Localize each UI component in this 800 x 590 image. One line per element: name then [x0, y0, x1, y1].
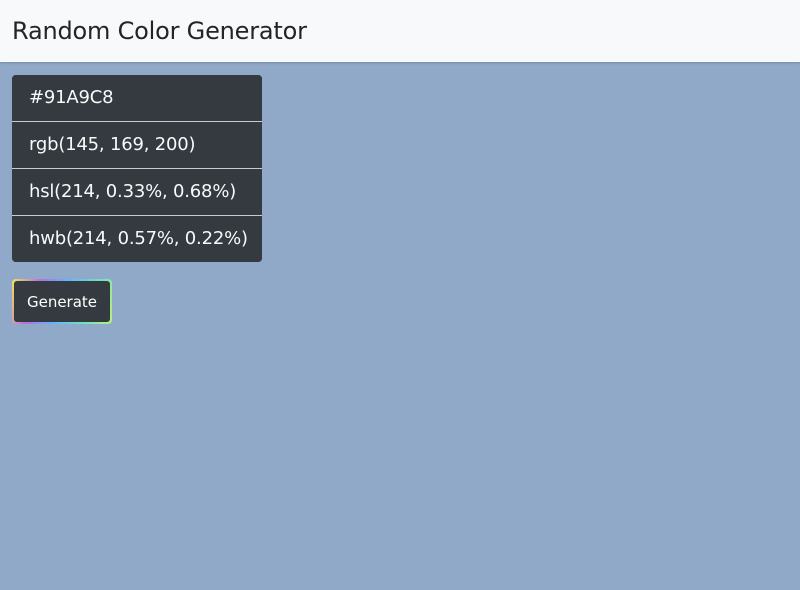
main-content: #91A9C8 rgb(145, 169, 200) hsl(214, 0.33…: [0, 62, 800, 337]
page-title: Random Color Generator: [12, 17, 307, 45]
generate-button-border: Generate: [12, 279, 112, 324]
generate-button[interactable]: Generate: [14, 281, 110, 322]
hwb-value: hwb(214, 0.57%, 0.22%): [12, 215, 262, 262]
color-values-list: #91A9C8 rgb(145, 169, 200) hsl(214, 0.33…: [12, 75, 262, 262]
rgb-value: rgb(145, 169, 200): [12, 121, 262, 168]
hex-value: #91A9C8: [12, 75, 262, 121]
hsl-value: hsl(214, 0.33%, 0.68%): [12, 168, 262, 215]
navbar: Random Color Generator: [0, 0, 800, 62]
